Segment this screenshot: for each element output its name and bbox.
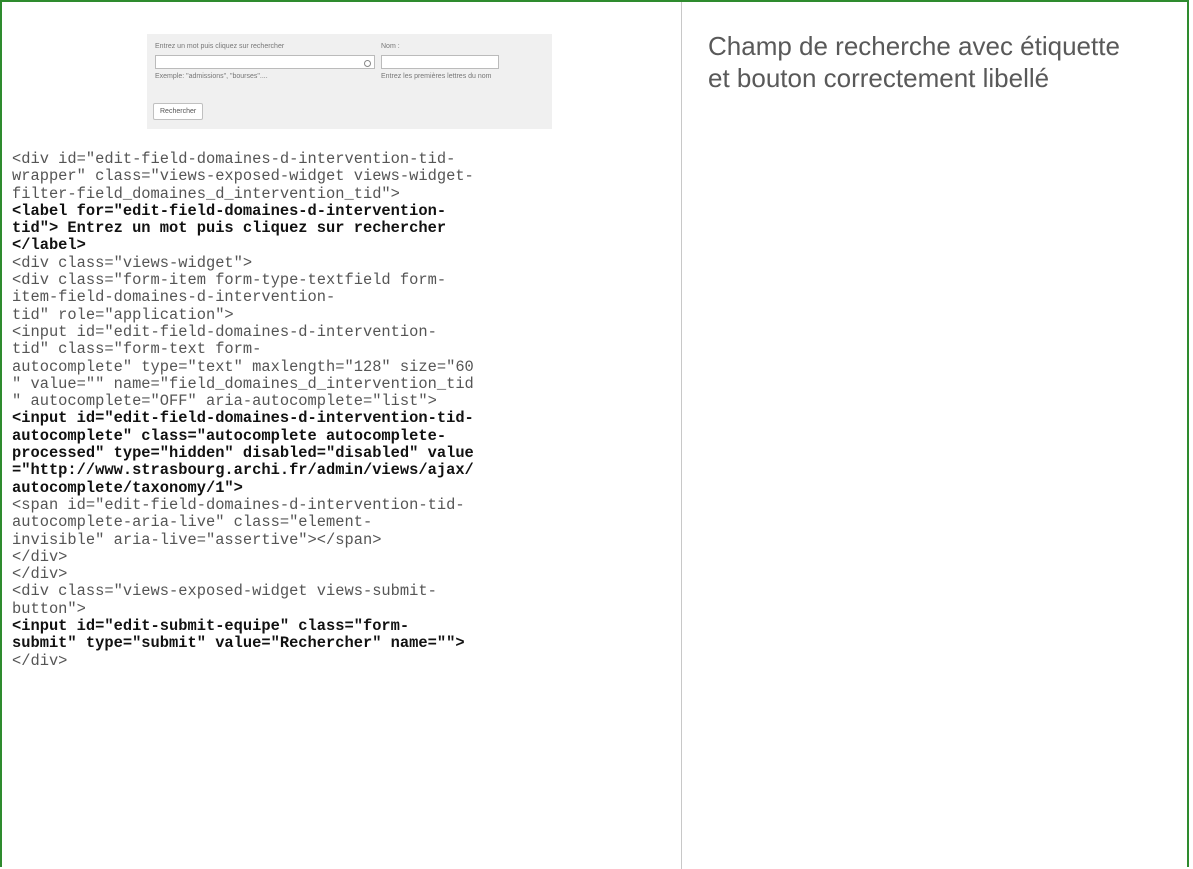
slide-frame: Entrez un mot puis cliquez sur recherche… [0,0,1189,869]
code-line: autocomplete" type="text" maxlength="128… [12,357,474,376]
code-line: ="http://www.strasbourg.archi.fr/admin/v… [12,461,474,480]
code-line: <input id="edit-submit-equipe" class="fo… [12,617,410,636]
autocomplete-indicator-icon [364,60,371,67]
code-line: tid" class="form-text form- [12,340,262,359]
code-line: <label for="edit-field-domaines-d-interv… [12,201,447,220]
name-label: Nom : [381,43,400,50]
description-text: Champ de recherche avec étiquette et bou… [708,31,1120,93]
code-line: processed" type="hidden" disabled="disab… [12,444,474,463]
code-column: Entrez un mot puis cliquez sur recherche… [2,2,682,869]
name-input [381,55,499,69]
code-line: item-field-domaines-d-intervention- [12,288,336,307]
name-hint: Entrez les premières lettres du nom [381,73,492,80]
search-input [155,55,375,69]
code-line: <div class="form-item form-type-textfiel… [12,271,447,290]
search-form-screenshot: Entrez un mot puis cliquez sur recherche… [147,34,552,129]
search-label: Entrez un mot puis cliquez sur recherche… [155,43,285,50]
code-line: " value="" name="field_domaines_d_interv… [12,374,474,393]
code-line: button"> [12,599,86,618]
code-line: </div> [12,565,68,584]
code-line: </div> [12,547,68,566]
search-button: Rechercher [153,103,204,120]
code-line: <div class="views-widget"> [12,253,253,272]
code-line: wrapper" class="views-exposed-widget vie… [12,167,474,186]
code-line: </div> [12,651,68,670]
search-hint: Exemple: "admissions", "bourses".... [155,73,268,80]
code-line: filter-field_domaines_d_intervention_tid… [12,184,400,203]
code-line: autocomplete" class="autocomplete autoco… [12,426,447,445]
code-line: <span id="edit-field-domaines-d-interven… [12,495,465,514]
code-line: <input id="edit-field-domaines-d-interve… [12,409,474,428]
code-line: tid"> Entrez un mot puis cliquez sur rec… [12,219,447,238]
code-line: invisible" aria-live="assertive"></span> [12,530,382,549]
code-line: autocomplete/taxonomy/1"> [12,478,243,497]
code-line: <input id="edit-field-domaines-d-interve… [12,322,437,341]
code-line: <div id="edit-field-domaines-d-intervent… [12,150,456,168]
code-line: </label> [12,236,86,255]
code-line: " autocomplete="OFF" aria-autocomplete="… [12,392,437,411]
description: Champ de recherche avec étiquette et bou… [708,30,1178,94]
code-line: <div class="views-exposed-widget views-s… [12,582,437,601]
code-listing: <div id="edit-field-domaines-d-intervent… [12,150,677,670]
code-line: submit" type="submit" value="Rechercher"… [12,634,465,653]
code-line: tid" role="application"> [12,305,234,324]
code-line: autocomplete-aria-live" class="element- [12,513,373,532]
